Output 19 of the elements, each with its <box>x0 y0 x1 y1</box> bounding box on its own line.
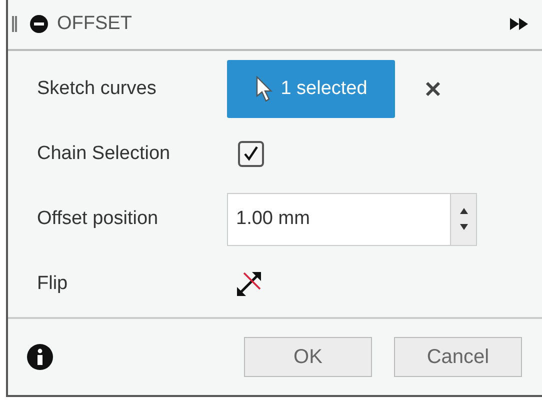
panel-title: OFFSET <box>57 12 132 36</box>
field-label: Flip <box>37 272 69 296</box>
dialog-button[interactable]: OK <box>244 336 372 377</box>
fast-forward-icon[interactable] <box>510 18 528 30</box>
dialog-button[interactable]: Cancel <box>394 336 522 377</box>
field-label: Sketch curves <box>37 77 158 102</box>
check-icon <box>242 145 260 164</box>
flip-icon[interactable] <box>235 270 263 298</box>
close-icon[interactable] <box>425 81 441 98</box>
info-icon[interactable] <box>27 344 53 370</box>
collapse-icon[interactable] <box>29 14 49 34</box>
selection-button[interactable]: 1 selected <box>227 60 395 118</box>
field-label: Chain Selection <box>37 142 172 166</box>
checkbox[interactable] <box>238 141 264 168</box>
spinner[interactable] <box>450 192 477 246</box>
cursor-icon <box>254 76 273 102</box>
field-label: Offset position <box>37 207 160 232</box>
grip-handle[interactable] <box>12 16 17 32</box>
number-field[interactable]: 1.00 mm <box>227 192 450 246</box>
